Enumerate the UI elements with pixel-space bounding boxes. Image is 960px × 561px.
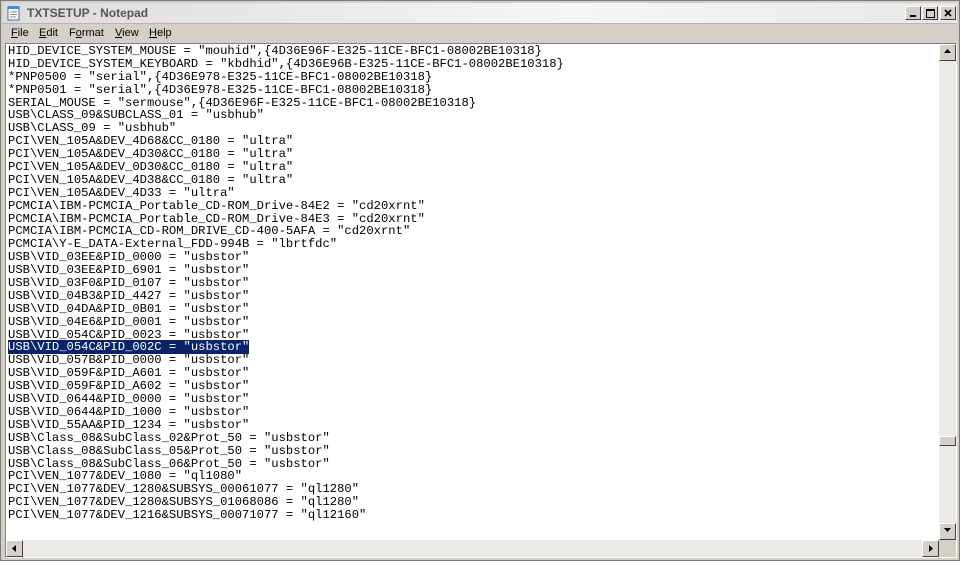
scroll-down-button[interactable] [939, 523, 956, 540]
notepad-window: TXTSETUP - Notepad File Edit Format View… [0, 0, 960, 561]
menu-view[interactable]: View [115, 26, 139, 40]
arrow-right-icon [929, 545, 933, 552]
close-button[interactable] [940, 6, 956, 20]
arrow-left-icon [12, 545, 16, 552]
menu-help[interactable]: Help [149, 26, 172, 40]
document-text[interactable]: HID_DEVICE_SYSTEM_MOUSE = "mouhid",{4D36… [8, 45, 938, 539]
menu-edit[interactable]: Edit [39, 26, 58, 40]
vertical-scroll-thumb[interactable] [939, 436, 956, 447]
scrollbar-corner [939, 540, 956, 557]
scroll-right-button[interactable] [922, 540, 939, 557]
text-line[interactable]: PCI\VEN_1077&DEV_1216&SUBSYS_00071077 = … [8, 509, 938, 522]
horizontal-scrollbar[interactable] [6, 540, 939, 557]
menu-file[interactable]: File [11, 26, 29, 40]
arrow-down-icon [944, 528, 951, 532]
notepad-icon [7, 6, 20, 21]
scroll-left-button[interactable] [6, 540, 23, 557]
maximize-button[interactable] [922, 6, 938, 20]
close-icon [944, 9, 952, 17]
maximize-icon [925, 9, 935, 18]
minimize-icon [910, 15, 916, 17]
arrow-up-icon [944, 49, 951, 53]
scroll-up-button[interactable] [939, 44, 956, 61]
minimize-button[interactable] [905, 6, 921, 20]
text-editor[interactable]: HID_DEVICE_SYSTEM_MOUSE = "mouhid",{4D36… [5, 43, 957, 558]
title-bar[interactable]: TXTSETUP - Notepad [3, 3, 957, 24]
window-title: TXTSETUP - Notepad [27, 6, 149, 20]
vertical-scrollbar[interactable] [939, 44, 956, 540]
menu-format[interactable]: Format [69, 26, 104, 40]
menu-bar: File Edit Format View Help [3, 24, 957, 43]
